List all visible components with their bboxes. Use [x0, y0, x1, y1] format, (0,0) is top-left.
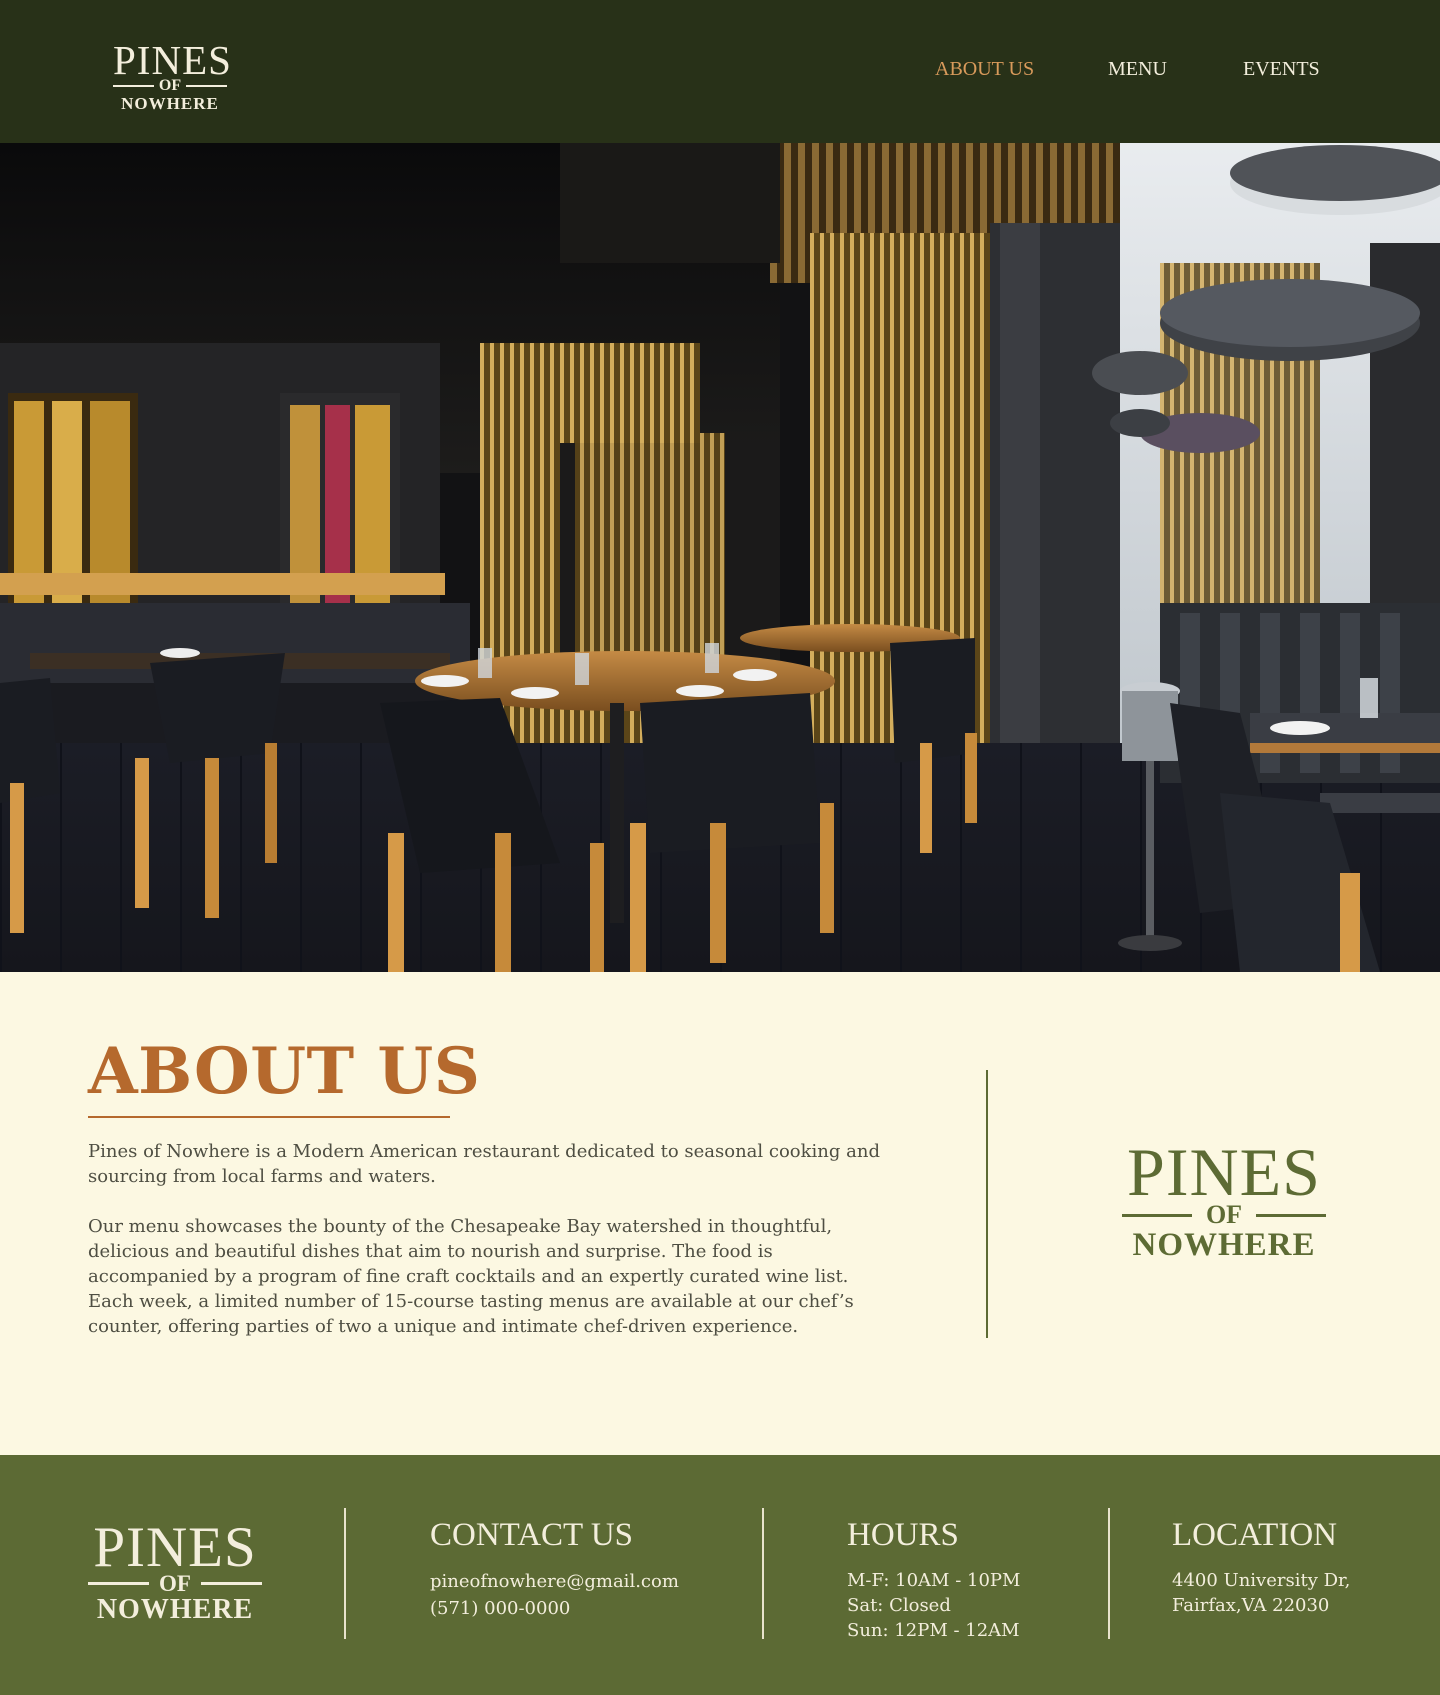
contact-heading: CONTACT US	[430, 1517, 634, 1553]
logo-rule-left	[1122, 1213, 1192, 1217]
location-address-line-2: Fairfax,VA 22030	[1172, 1595, 1330, 1616]
hours-sunday: Sun: 12PM - 12AM	[847, 1620, 1020, 1641]
site-footer: PINES OF NOWHERE CONTACT US pineofnowher…	[0, 1455, 1440, 1695]
logo-rule-right	[1256, 1213, 1327, 1217]
logo-rule-right	[200, 1582, 263, 1585]
contact-phone-link[interactable]: (571) 000-0000	[430, 1595, 679, 1622]
contact-email-link[interactable]: pineofnowhere@gmail.com	[430, 1568, 679, 1595]
restaurant-interior-illustration	[0, 143, 1440, 972]
location-address-line-1: 4400 University Dr,	[1172, 1570, 1351, 1591]
about-title-underline	[88, 1116, 450, 1118]
footer-logo[interactable]: PINES OF NOWHERE	[88, 1516, 263, 1625]
logo-pines-text: PINES	[1127, 1134, 1321, 1210]
logo-pines-text: PINES	[93, 1516, 257, 1579]
logo-nowhere-text: NOWHERE	[96, 1594, 254, 1625]
about-vertical-divider	[986, 1070, 988, 1338]
hours-saturday: Sat: Closed	[847, 1595, 951, 1616]
about-paragraph-1: Pines of Nowhere is a Modern American re…	[88, 1141, 880, 1187]
nav-link-menu[interactable]: MENU	[1108, 58, 1167, 81]
logo-nowhere-text: NOWHERE	[121, 94, 219, 113]
hours-weekdays: M-F: 10AM - 10PM	[847, 1570, 1021, 1591]
logo-of-text: OF	[1205, 1200, 1243, 1229]
logo-of-text: OF	[159, 1571, 191, 1596]
footer-divider	[344, 1508, 346, 1639]
footer-location: LOCATION 4400 University Dr, Fairfax,VA …	[1172, 1519, 1350, 1618]
location-heading: LOCATION	[1172, 1517, 1337, 1553]
nav-link-about-us[interactable]: ABOUT US	[935, 58, 1034, 81]
logo-rule-left	[88, 1582, 150, 1585]
about-logo: PINES OF NOWHERE	[1122, 1134, 1327, 1263]
main-nav: ABOUT US MENU EVENTS	[0, 58, 1440, 88]
about-title: ABOUT US	[88, 1034, 481, 1109]
footer-contact: CONTACT US pineofnowhere@gmail.com (571)…	[430, 1519, 679, 1622]
hero-restaurant-photo	[0, 143, 1440, 972]
nav-link-events[interactable]: EVENTS	[1243, 58, 1320, 81]
site-header: PINES OF NOWHERE ABOUT US MENU EVENTS	[0, 0, 1440, 143]
hours-heading: HOURS	[847, 1517, 959, 1553]
footer-divider	[1108, 1508, 1110, 1639]
footer-divider	[762, 1508, 764, 1639]
about-paragraph-2: Our menu showcases the bounty of the Che…	[88, 1216, 854, 1337]
footer-hours: HOURS M-F: 10AM - 10PM Sat: Closed Sun: …	[847, 1519, 1020, 1643]
logo-nowhere-text: NOWHERE	[1132, 1227, 1316, 1263]
